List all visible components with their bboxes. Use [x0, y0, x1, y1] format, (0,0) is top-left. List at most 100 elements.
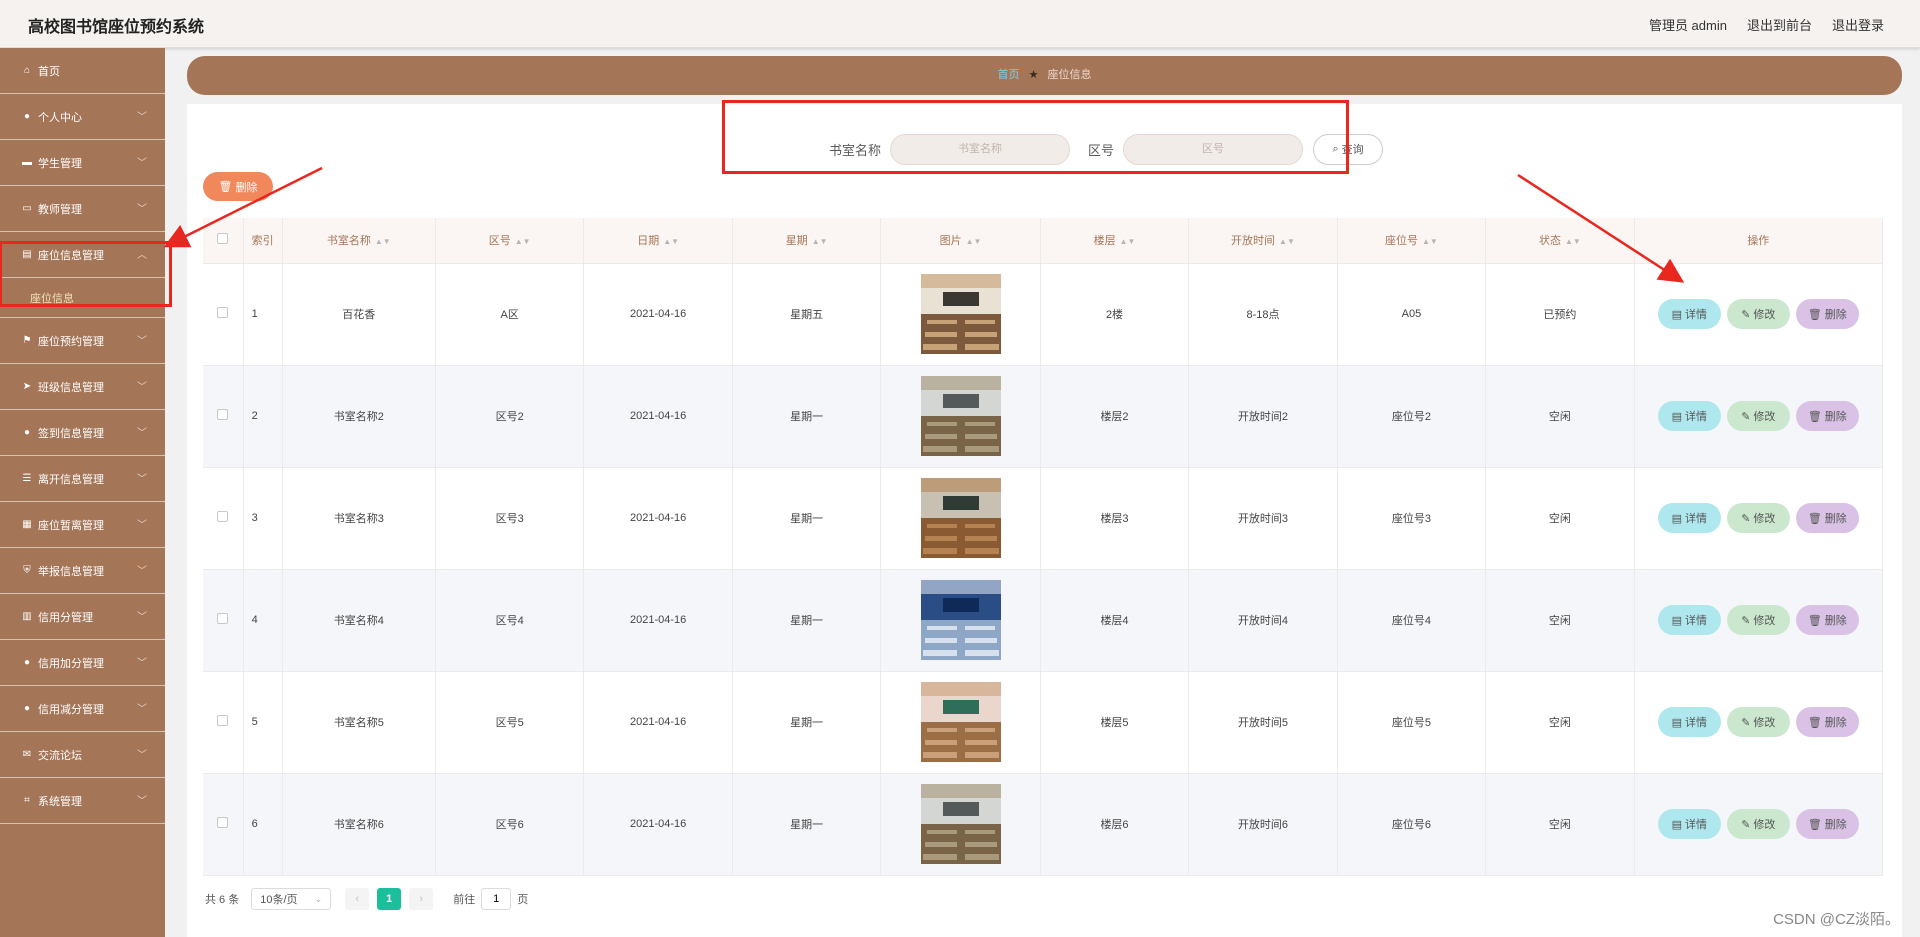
sidebar-item-2[interactable]: ▬ 学生管理 ﹀ [0, 140, 165, 186]
sort-icon[interactable]: ▲▼ [1422, 237, 1438, 246]
sort-icon[interactable]: ▲▼ [1120, 237, 1136, 246]
classroom-thumbnail[interactable] [920, 580, 1001, 660]
cell-room-name: 百花香 [282, 263, 436, 366]
cell-floor: 2楼 [1040, 263, 1190, 366]
cell-hours: 开放时间5 [1188, 671, 1338, 774]
goto-page-input[interactable] [481, 888, 512, 910]
sidebar-item-label: 信用减分管理 [38, 703, 104, 716]
detail-button[interactable]: ▤ 详情 [1657, 299, 1721, 329]
edit-button[interactable]: ✎ 修改 [1726, 809, 1790, 839]
row-checkbox[interactable] [217, 409, 229, 420]
column-header-hours[interactable]: 开放时间 ▲▼ [1188, 218, 1338, 264]
next-page-button[interactable]: › [409, 888, 434, 910]
sidebar-item-3[interactable]: ▭ 教师管理 ﹀ [0, 186, 165, 232]
sidebar-item-5[interactable]: ⚑ 座位预约管理 ﹀ [0, 318, 165, 364]
cell-floor: 楼层6 [1040, 773, 1190, 876]
column-header-seat[interactable]: 座位号 ▲▼ [1337, 218, 1487, 264]
delete-button[interactable]: 🗑 删除 [1795, 299, 1859, 329]
row-checkbox[interactable] [217, 511, 229, 522]
column-header-date[interactable]: 日期 ▲▼ [583, 218, 733, 264]
sidebar-item-9[interactable]: ▦ 座位暂离管理 ﹀ [0, 502, 165, 548]
edit-button[interactable]: ✎ 修改 [1726, 605, 1790, 635]
detail-button[interactable]: ▤ 详情 [1657, 401, 1721, 431]
classroom-thumbnail[interactable] [920, 478, 1001, 558]
pin-icon: ● [23, 657, 31, 668]
cell-hours: 开放时间4 [1188, 569, 1338, 672]
sidebar-item-11[interactable]: ▥ 信用分管理 ﹀ [0, 594, 165, 640]
sort-icon[interactable]: ▲▼ [663, 237, 679, 246]
document-icon: ▤ [1671, 410, 1683, 423]
cell-hours: 开放时间3 [1188, 467, 1338, 570]
classroom-thumbnail[interactable] [920, 376, 1001, 456]
sort-icon[interactable]: ▲▼ [966, 237, 982, 246]
sidebar: ⌂ 首页 ● 个人中心 ﹀ ▬ 学生管理 ﹀ ▭ 教师管理 ﹀ ▤ 座位信息管理 ︿ 座位信息 ⚑ 座位预约管理… [0, 48, 165, 937]
column-header-zone[interactable]: 区号 ▲▼ [435, 218, 585, 264]
edit-button[interactable]: ✎ 修改 [1726, 401, 1790, 431]
sidebar-item-12[interactable]: ● 信用加分管理 ﹀ [0, 640, 165, 686]
row-checkbox[interactable] [217, 613, 229, 624]
edit-button[interactable]: ✎ 修改 [1726, 503, 1790, 533]
row-checkbox[interactable] [217, 715, 229, 726]
column-header-floor[interactable]: 楼层 ▲▼ [1040, 218, 1190, 264]
sidebar-item-10[interactable]: ⛨ 举报信息管理 ﹀ [0, 548, 165, 594]
sidebar-item-label: 个人中心 [38, 111, 82, 124]
logout-link[interactable]: 退出登录 [1832, 15, 1884, 34]
cell-index: 6 [243, 773, 283, 876]
delete-button[interactable]: 🗑 删除 [1795, 809, 1859, 839]
breadcrumb-home-link[interactable]: 首页 [998, 69, 1020, 81]
sidebar-item-6[interactable]: ➤ 班级信息管理 ﹀ [0, 364, 165, 410]
table-row: 5 书室名称5 区号5 2021-04-16 星期一 楼层5 开放时间5 座位号5 空闲 ▤ 详情 ✎… [203, 671, 1884, 774]
chevron-down-icon: ﹀ [137, 112, 147, 123]
sort-icon[interactable]: ▲▼ [1279, 237, 1295, 246]
edit-button[interactable]: ✎ 修改 [1726, 707, 1790, 737]
cell-actions: ▤ 详情 ✎ 修改 🗑 删除 [1634, 365, 1884, 468]
sidebar-item-label: 信用分管理 [38, 611, 93, 624]
classroom-thumbnail[interactable] [920, 682, 1001, 762]
cell-seat: 座位号2 [1337, 365, 1487, 468]
batch-delete-button[interactable]: 🗑 删除 [203, 172, 273, 201]
sidebar-item-label: 信用加分管理 [38, 657, 104, 670]
classroom-thumbnail[interactable] [920, 274, 1001, 354]
detail-button[interactable]: ▤ 详情 [1657, 503, 1721, 533]
sidebar-item-15[interactable]: ⌗ 系统管理 ﹀ [0, 778, 165, 824]
cell-image [880, 569, 1041, 672]
back-to-front-link[interactable]: 退出到前台 [1747, 15, 1812, 34]
sidebar-item-8[interactable]: ☰ 离开信息管理 ﹀ [0, 456, 165, 502]
sidebar-item-13[interactable]: ● 信用减分管理 ﹀ [0, 686, 165, 732]
table-row: 4 书室名称4 区号4 2021-04-16 星期一 楼层4 开放时间4 座位号4 空闲 ▤ 详情 ✎… [203, 569, 1884, 672]
chat-icon: ✉ [22, 749, 32, 760]
page-size-select[interactable]: 10条/页 ⌄ [251, 888, 332, 910]
batch-delete-label: 删除 [235, 181, 258, 194]
column-header-status[interactable]: 状态 ▲▼ [1485, 218, 1635, 264]
delete-button[interactable]: 🗑 删除 [1795, 605, 1859, 635]
cell-image [880, 773, 1041, 876]
detail-button[interactable]: ▤ 详情 [1657, 605, 1721, 635]
detail-button[interactable]: ▤ 详情 [1657, 809, 1721, 839]
sidebar-item-0[interactable]: ⌂ 首页 [0, 48, 165, 94]
cell-image [880, 671, 1041, 774]
column-header-weekday[interactable]: 星期 ▲▼ [732, 218, 882, 264]
classroom-thumbnail[interactable] [920, 784, 1001, 864]
prev-page-button[interactable]: ‹ [345, 888, 370, 910]
sidebar-item-14[interactable]: ✉ 交流论坛 ﹀ [0, 732, 165, 778]
delete-button[interactable]: 🗑 删除 [1795, 707, 1859, 737]
detail-button[interactable]: ▤ 详情 [1657, 707, 1721, 737]
sort-icon[interactable]: ▲▼ [515, 237, 531, 246]
delete-button[interactable]: 🗑 删除 [1795, 401, 1859, 431]
sort-icon[interactable]: ▲▼ [812, 237, 828, 246]
sort-icon[interactable]: ▲▼ [1565, 237, 1581, 246]
page-number-1[interactable]: 1 [377, 888, 402, 910]
column-header-room-name[interactable]: 书室名称 ▲▼ [282, 218, 436, 264]
sidebar-item-1[interactable]: ● 个人中心 ﹀ [0, 94, 165, 140]
column-header-image[interactable]: 图片 ▲▼ [880, 218, 1041, 264]
select-all-checkbox[interactable] [217, 233, 229, 245]
user-icon: ● [23, 111, 31, 122]
edit-button[interactable]: ✎ 修改 [1726, 299, 1790, 329]
row-checkbox[interactable] [217, 307, 229, 318]
delete-button[interactable]: 🗑 删除 [1795, 503, 1859, 533]
sidebar-item-7[interactable]: ● 签到信息管理 ﹀ [0, 410, 165, 456]
row-checkbox[interactable] [217, 817, 229, 828]
sort-icon[interactable]: ▲▼ [375, 237, 391, 246]
sidebar-item-label: 首页 [38, 65, 60, 78]
select-all-header[interactable] [203, 218, 244, 264]
